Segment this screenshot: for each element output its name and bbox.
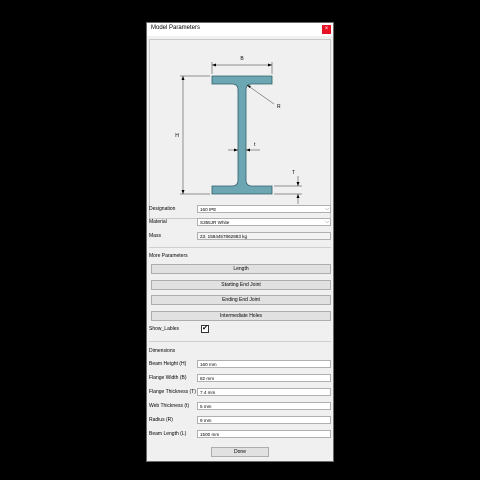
label-b: B <box>240 56 244 62</box>
flange-width-label: Flange Width (B) <box>149 375 187 381</box>
web-thickness-label: Web Thickness (t) <box>149 403 190 409</box>
chevron-down-icon: ⌵ <box>325 206 329 212</box>
section-preview: B H R t T <box>149 39 331 219</box>
flange-thickness-value: 7.4 mm <box>200 390 216 395</box>
close-button[interactable]: × <box>322 25 331 34</box>
beam-length-label: Beam Length (L) <box>149 431 187 437</box>
label-T: T <box>292 170 295 176</box>
dimension-mark <box>246 148 250 152</box>
radius-value: 9 mm <box>200 418 212 423</box>
radius-label: Radius (R) <box>149 417 173 423</box>
beam-height-value: 160 mm <box>200 362 217 367</box>
divider <box>149 247 331 248</box>
check-icon: ✔ <box>202 325 208 332</box>
designation-value: 160 IPE <box>200 207 217 212</box>
length-button[interactable]: Length <box>151 264 331 274</box>
radius-input[interactable]: 9 mm <box>197 416 331 424</box>
ending-end-joint-button[interactable]: Ending End Joint <box>151 295 331 305</box>
material-value: S355JR White <box>200 220 230 225</box>
beam-length-input[interactable]: 1500 mm <box>197 430 331 438</box>
designation-select[interactable]: 160 IPE ⌵ <box>197 205 331 213</box>
dimension-mark <box>212 63 216 67</box>
title-bar: Model Parameters × <box>147 23 333 36</box>
beam-height-input[interactable]: 160 mm <box>197 360 331 368</box>
flange-thickness-label: Flange Thickness (T) <box>149 389 196 395</box>
dimension-mark <box>234 148 238 152</box>
model-parameters-window: Model Parameters × B H R t T Designation… <box>146 22 334 462</box>
show-labels-label: Show_Lables <box>149 326 180 332</box>
done-button[interactable]: Done <box>211 447 269 457</box>
intermediate-holes-button[interactable]: Intermediate Holes <box>151 311 331 321</box>
label-h: H <box>175 133 179 139</box>
dimension-mark <box>181 190 185 194</box>
divider <box>149 341 331 342</box>
mass-value: 23. 1584457862883 kg <box>200 234 248 239</box>
show-labels-checkbox[interactable]: ✔ <box>201 325 209 333</box>
mass-label: Mass <box>149 233 161 239</box>
dimension-mark <box>268 63 272 67</box>
label-r: R <box>277 104 281 110</box>
beam-length-value: 1500 mm <box>200 432 220 437</box>
label-t: t <box>254 142 256 148</box>
dimension-mark <box>296 182 300 186</box>
beam-height-label: Beam Height (H) <box>149 361 187 367</box>
material-select[interactable]: S355JR White ⌵ <box>197 218 331 226</box>
material-label: Material <box>149 219 167 225</box>
i-beam-diagram: B H R t T <box>175 56 302 204</box>
mass-field: 23. 1584457862883 kg <box>197 232 331 240</box>
more-parameters-heading: More Parameters <box>149 253 188 259</box>
dimensions-heading: Dimensions <box>149 348 176 354</box>
dimension-mark <box>246 84 275 105</box>
starting-end-joint-button[interactable]: Starting End Joint <box>151 280 331 290</box>
dimension-mark <box>296 194 300 198</box>
web-thickness-value: 5 mm <box>200 404 212 409</box>
flange-thickness-input[interactable]: 7.4 mm <box>197 388 331 396</box>
designation-label: Designation <box>149 206 176 212</box>
flange-width-value: 82 mm <box>200 376 215 381</box>
web-thickness-input[interactable]: 5 mm <box>197 402 331 410</box>
dimension-mark <box>181 76 185 80</box>
window-title: Model Parameters <box>151 25 201 31</box>
i-beam-section <box>211 75 273 195</box>
flange-width-input[interactable]: 82 mm <box>197 374 331 382</box>
chevron-down-icon: ⌵ <box>325 219 329 225</box>
